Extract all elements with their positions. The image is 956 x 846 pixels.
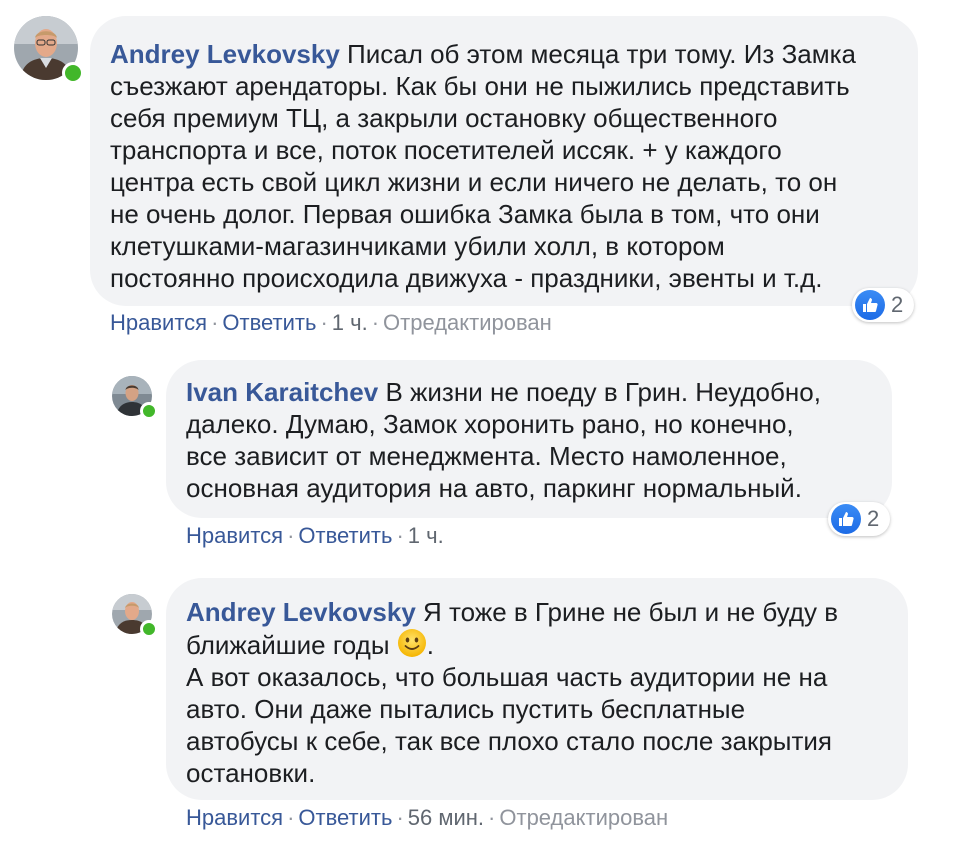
separator: · [320, 310, 328, 335]
comment-text: . [426, 630, 434, 660]
comment-text: В жизни не поеду в Грин. Неудобно, [385, 377, 821, 407]
comment-text: Писал об этом месяца три тому. Из Замка [347, 39, 857, 69]
separator: · [211, 310, 219, 335]
separator: · [396, 523, 404, 548]
comment-first-line: Andrey Levkovsky Писал об этом месяца тр… [110, 38, 900, 70]
like-button[interactable]: Нравится [186, 805, 283, 830]
online-indicator [140, 620, 158, 638]
author-name[interactable]: Andrey Levkovsky [186, 597, 416, 627]
comment-actions: Нравится · Ответить · 1 ч. [186, 522, 444, 550]
separator: · [371, 310, 380, 335]
separator: · [396, 805, 404, 830]
reaction-count: 2 [891, 292, 904, 317]
comment-first-line: Ivan Karaitchev В жизни не поеду в Грин.… [186, 376, 874, 408]
comment-actions: Нравится · Ответить · 56 мин. · Отредактирован [186, 804, 668, 832]
comment-text: А вот оказалось, что большая часть аудит… [186, 662, 828, 692]
comment-2: Ivan Karaitchev В жизни не поеду в Грин.… [0, 340, 956, 570]
comment-text: центра есть свой цикл жизни и если ничег… [110, 167, 838, 197]
comment-text: не очень долог. Первая ошибка Замка была… [110, 199, 820, 229]
avatar[interactable] [112, 594, 158, 638]
comment-1: Andrey Levkovsky Писал об этом месяца тр… [0, 0, 956, 340]
comment-text: остановки. [186, 758, 316, 788]
reply-button[interactable]: Ответить [222, 310, 316, 335]
comment-text: основная аудитория на авто, паркинг норм… [186, 473, 802, 503]
slightly-smiling-face-icon [397, 629, 426, 657]
reply-button[interactable]: Ответить [298, 523, 392, 548]
reaction-count: 2 [867, 506, 880, 531]
comment-text: постоянно происходила движуха - праздник… [110, 263, 823, 293]
comment-text: автобусы к себе, так все плохо стало пос… [186, 726, 833, 756]
timestamp[interactable]: 1 ч. [332, 310, 368, 335]
reply-button[interactable]: Ответить [298, 805, 392, 830]
comment-bubble: Andrey Levkovsky Писал об этом месяца тр… [90, 16, 918, 306]
comment-text: себя премиум ТЦ, а закрыли остановку общ… [110, 103, 778, 133]
reaction-count-badge[interactable]: 2 [828, 502, 890, 536]
comment-text: все зависит от менеджмента. Место намоле… [186, 441, 787, 471]
comment-first-line: Andrey Levkovsky Я тоже в Грине не был и… [186, 596, 890, 628]
timestamp[interactable]: 56 мин. [408, 805, 484, 830]
like-icon [855, 290, 885, 320]
comment-text: транспорта и все, поток посетителей исся… [110, 135, 782, 165]
online-indicator [62, 62, 84, 84]
comment-text: Я тоже в Грине не был и не буду в [423, 597, 839, 627]
comment-text: ближайшие годы [186, 630, 390, 660]
timestamp[interactable]: 1 ч. [408, 523, 444, 548]
edited-label[interactable]: Отредактирован [499, 805, 668, 830]
comment-text-with-emoji: ближайшие годы . [186, 628, 890, 661]
separator: · [488, 805, 496, 830]
like-icon [831, 504, 861, 534]
comment-text: далеко. Думаю, Замок хоронить рано, но к… [186, 409, 794, 439]
like-button[interactable]: Нравится [110, 310, 207, 335]
comment-text: съезжают арендаторы. Как бы они не пыжил… [110, 71, 850, 101]
comment-bubble: Ivan Karaitchev В жизни не поеду в Грин.… [166, 360, 892, 518]
online-indicator [140, 402, 158, 420]
comment-actions: Нравится · Ответить · 1 ч. · Отредактирован [110, 309, 552, 337]
edited-label[interactable]: Отредактирован [383, 310, 552, 335]
comment-bubble: Andrey Levkovsky Я тоже в Грине не был и… [166, 578, 908, 800]
separator: · [287, 805, 295, 830]
reaction-count-badge[interactable]: 2 [852, 288, 914, 322]
separator: · [287, 523, 295, 548]
avatar[interactable] [14, 16, 84, 84]
author-name[interactable]: Ivan Karaitchev [186, 377, 378, 407]
avatar[interactable] [112, 376, 158, 420]
comment-3: Andrey Levkovsky Я тоже в Грине не был и… [0, 570, 956, 846]
like-button[interactable]: Нравится [186, 523, 283, 548]
comment-text: клетушками-магазинчиками убили холл, в к… [110, 231, 725, 261]
author-name[interactable]: Andrey Levkovsky [110, 39, 340, 69]
comment-text: авто. Они даже пытались пустить бесплатн… [186, 694, 746, 724]
